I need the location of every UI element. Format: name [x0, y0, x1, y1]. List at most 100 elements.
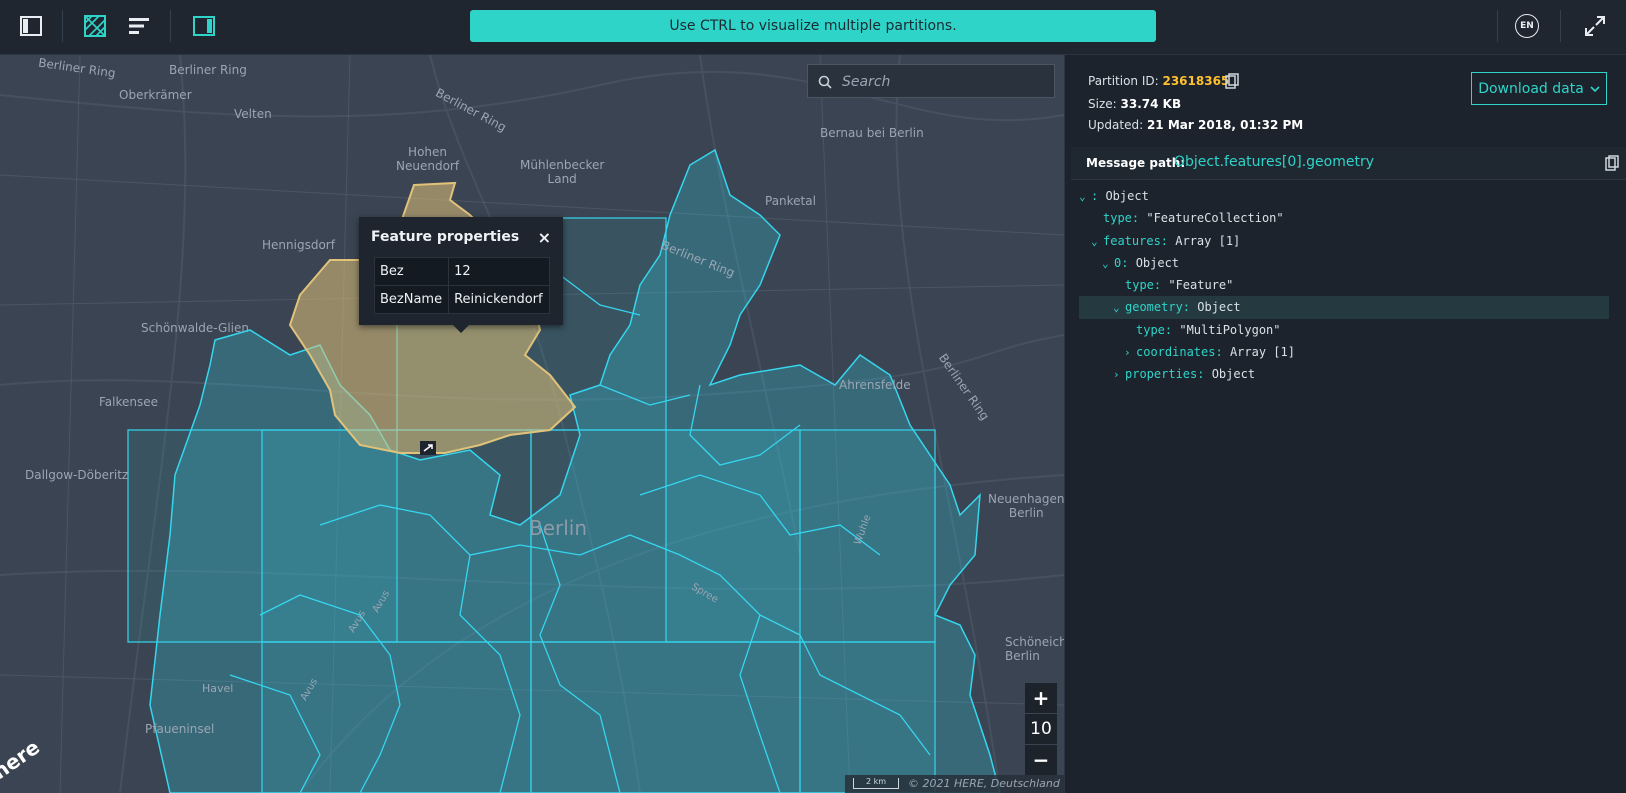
- zoom-level: 10: [1025, 713, 1057, 745]
- map-view[interactable]: Berliner Ring Berliner Ring Oberkrämer V…: [0, 55, 1064, 793]
- chevron-down-icon[interactable]: ⌄: [1091, 231, 1103, 253]
- tree-separator: :: [1182, 300, 1198, 315]
- chevron-down-icon: [1590, 85, 1600, 92]
- tree-separator: :: [1121, 255, 1136, 270]
- tree-key: geometry: [1125, 300, 1183, 315]
- property-value: 12: [448, 257, 550, 286]
- tree-node-selected[interactable]: ⌄ geometry: Object: [1079, 296, 1609, 319]
- table-row: BezName Reinickendorf: [373, 285, 550, 314]
- chevron-right-icon[interactable]: ›: [1113, 364, 1125, 386]
- place-label: Oberkrämer: [119, 88, 192, 102]
- multi-partition-hint-banner: Use CTRL to visualize multiple partition…: [470, 10, 1156, 42]
- scale-bar: 2 km: [853, 778, 899, 789]
- toolbar-divider: [170, 10, 171, 42]
- tree-value: "MultiPolygon": [1179, 322, 1281, 337]
- map-search-box[interactable]: [807, 64, 1055, 98]
- close-icon[interactable]: ×: [538, 228, 551, 247]
- properties-table: Bez 12 BezName Reinickendorf: [373, 257, 550, 314]
- place-label: Pfaueninsel: [145, 722, 215, 736]
- tree-value: Array [1]: [1175, 233, 1241, 248]
- tree-node: type: "Feature": [1079, 274, 1609, 296]
- place-label: Panketal: [765, 194, 816, 208]
- zoom-out-button[interactable]: −: [1025, 745, 1057, 775]
- partition-id-label: Partition ID:: [1088, 74, 1159, 88]
- feature-properties-popup: Feature properties × Bez 12 BezName Rein…: [359, 217, 563, 333]
- tree-separator: :: [1091, 189, 1106, 203]
- place-label: Hohen Neuendorf: [396, 145, 460, 173]
- panel-toggle-icon[interactable]: [192, 14, 216, 38]
- download-label: Download data: [1478, 80, 1584, 97]
- property-key: Bez: [373, 257, 450, 286]
- place-label: Dallgow-Döberitz: [25, 468, 129, 482]
- tree-value: Object: [1211, 367, 1256, 382]
- city-label: Berlin: [529, 516, 588, 540]
- zoom-control: + 10 −: [1025, 683, 1057, 775]
- copyright-text: © 2021 HERE, Deutschland: [908, 777, 1060, 790]
- partition-id-row: Partition ID: 23618365: [1088, 74, 1229, 88]
- tree-separator: :: [1215, 345, 1230, 360]
- tree-node[interactable]: ⌄ 0: Object: [1079, 252, 1609, 274]
- message-path-bar: Message path: Object.features[0].geometr…: [1071, 147, 1626, 180]
- fullscreen-icon[interactable]: [1583, 14, 1607, 38]
- toolbar-divider: [62, 10, 63, 42]
- tree-key: coordinates: [1136, 345, 1216, 360]
- json-tree: ⌄: Object type: "FeatureCollection" ⌄ fea…: [1079, 185, 1609, 386]
- table-row: Bez 12: [373, 257, 550, 286]
- updated-value: 21 Mar 2018, 01:32 PM: [1146, 118, 1304, 132]
- tree-key: properties: [1125, 367, 1198, 382]
- tree-node[interactable]: ⌄: Object: [1079, 185, 1609, 207]
- chevron-down-icon[interactable]: ⌄: [1079, 186, 1091, 208]
- tree-node: type: "MultiPolygon": [1079, 319, 1609, 341]
- tree-node[interactable]: › coordinates: Array [1]: [1079, 341, 1609, 363]
- message-path-value: Object.features[0].geometry: [1174, 154, 1375, 170]
- copy-path-icon[interactable]: [1605, 155, 1619, 171]
- message-path-label: Message path:: [1086, 156, 1186, 170]
- zoom-in-button[interactable]: +: [1025, 683, 1057, 713]
- tree-value: "FeatureCollection": [1146, 211, 1284, 226]
- chevron-down-icon[interactable]: ⌄: [1102, 253, 1114, 275]
- place-label: Berliner Ring: [169, 63, 247, 77]
- tree-separator: :: [1164, 322, 1180, 337]
- tree-value: Object: [1105, 189, 1149, 203]
- partition-details-panel: Partition ID: 23618365 Size: 33.74 KB Up…: [1065, 55, 1626, 793]
- size-row: Size: 33.74 KB: [1088, 97, 1181, 111]
- chevron-right-icon[interactable]: ›: [1124, 342, 1136, 364]
- tree-separator: :: [1197, 367, 1212, 382]
- download-data-button[interactable]: Download data: [1471, 72, 1607, 105]
- place-label: Neuenhagen Berlin: [988, 492, 1064, 520]
- place-label: Falkensee: [99, 395, 159, 409]
- updated-row: Updated: 21 Mar 2018, 01:32 PM: [1088, 118, 1303, 132]
- place-label: Havel: [202, 682, 234, 695]
- tree-separator: :: [1131, 211, 1147, 226]
- copy-id-icon[interactable]: [1225, 73, 1239, 89]
- place-label: Velten: [234, 107, 272, 121]
- search-input[interactable]: [840, 71, 1044, 93]
- tree-value: Object: [1197, 300, 1241, 315]
- place-label: Hennigsdorf: [262, 238, 335, 252]
- partition-id-value: 23618365: [1162, 74, 1230, 88]
- tree-separator: :: [1153, 278, 1169, 293]
- tree-node[interactable]: ⌄ features: Array [1]: [1079, 230, 1609, 252]
- size-label: Size:: [1088, 97, 1117, 111]
- tree-key: type: [1103, 211, 1132, 226]
- list-icon[interactable]: [127, 14, 151, 38]
- chevron-down-icon[interactable]: ⌄: [1113, 297, 1125, 319]
- place-label: Schönwalde-Glien: [141, 321, 249, 335]
- size-value: 33.74 KB: [1120, 97, 1182, 111]
- tree-value: Array [1]: [1229, 345, 1295, 360]
- sidebar-toggle-icon[interactable]: [19, 14, 43, 38]
- property-key: BezName: [373, 285, 450, 314]
- popup-title: Feature properties: [371, 229, 520, 245]
- tree-node: type: "FeatureCollection": [1079, 207, 1609, 229]
- tree-key: features: [1103, 233, 1161, 248]
- place-label: Mühlenbecker Land: [520, 158, 605, 186]
- place-label: Schöneich Berlin: [1005, 635, 1064, 663]
- tree-key: type: [1136, 322, 1165, 337]
- language-selector[interactable]: EN: [1515, 14, 1539, 38]
- partition-map-icon[interactable]: [83, 14, 107, 38]
- tree-node[interactable]: › properties: Object: [1079, 363, 1609, 385]
- top-toolbar: Use CTRL to visualize multiple partition…: [0, 0, 1626, 55]
- property-value: Reinickendorf: [448, 285, 550, 314]
- map-attribution: 2 km © 2021 HERE, Deutschland: [845, 775, 1064, 793]
- toolbar-divider: [1497, 10, 1498, 42]
